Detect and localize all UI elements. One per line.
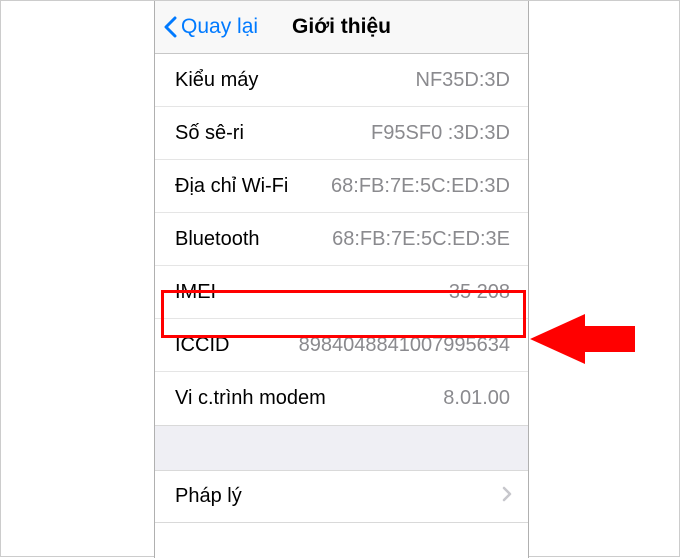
back-button[interactable]: Quay lại <box>163 15 258 39</box>
serial-row[interactable]: Số sê-ri F95SF0 :3D:3D <box>155 107 528 160</box>
info-section: Kiểu máy NF35D:3D Số sê-ri F95SF0 :3D:3D… <box>155 54 528 426</box>
row-label: Bluetooth <box>175 228 260 251</box>
chevron-left-icon <box>163 16 177 38</box>
phone-screen: Quay lại Giới thiệu Kiểu máy NF35D:3D Số… <box>154 1 529 558</box>
row-label: ICCID <box>175 334 229 357</box>
row-label: Pháp lý <box>175 485 242 508</box>
wifi-address-row[interactable]: Địa chỉ Wi-Fi 68:FB:7E:5C:ED:3D <box>155 160 528 213</box>
arrow-annotation <box>525 314 645 429</box>
bluetooth-row[interactable]: Bluetooth 68:FB:7E:5C:ED:3E <box>155 213 528 266</box>
imei-row[interactable]: IMEI 35 208 <box>155 266 528 319</box>
row-label: Số sê-ri <box>175 122 244 145</box>
chevron-right-icon <box>502 486 512 507</box>
row-value: F95SF0 :3D:3D <box>371 122 510 145</box>
row-value: 68:FB:7E:5C:ED:3E <box>332 228 510 251</box>
row-label: IMEI <box>175 281 216 304</box>
row-value: 35 208 <box>449 281 510 304</box>
row-value: 68:FB:7E:5C:ED:3D <box>331 175 510 198</box>
row-label: Địa chỉ Wi-Fi <box>175 175 288 198</box>
nav-header: Quay lại Giới thiệu <box>155 1 528 54</box>
model-row[interactable]: Kiểu máy NF35D:3D <box>155 54 528 107</box>
legal-row[interactable]: Pháp lý <box>155 470 528 523</box>
row-label: Kiểu máy <box>175 69 258 92</box>
row-label: Vi c.trình modem <box>175 387 326 410</box>
app-window: Quay lại Giới thiệu Kiểu máy NF35D:3D Số… <box>0 0 680 557</box>
row-value: 8984048841007995634 <box>299 334 510 357</box>
settings-list: Kiểu máy NF35D:3D Số sê-ri F95SF0 :3D:3D… <box>155 54 528 523</box>
modem-firmware-row[interactable]: Vi c.trình modem 8.01.00 <box>155 372 528 425</box>
row-value: NF35D:3D <box>416 69 510 92</box>
page-title: Giới thiệu <box>292 15 391 39</box>
row-value: 8.01.00 <box>443 387 510 410</box>
back-label: Quay lại <box>181 15 258 39</box>
iccid-row[interactable]: ICCID 8984048841007995634 <box>155 319 528 372</box>
section-spacer <box>155 426 528 470</box>
